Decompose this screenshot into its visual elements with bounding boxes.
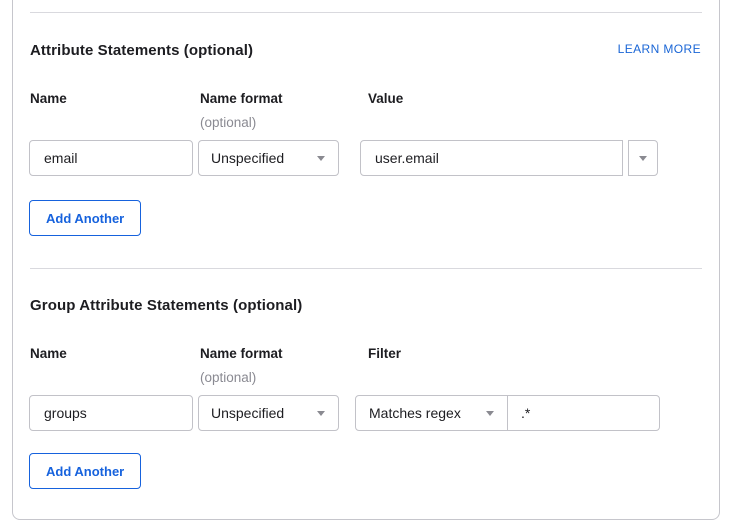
attr-add-another-button[interactable]: Add Another	[29, 200, 141, 236]
group-filter-type-selected-value: Matches regex	[369, 405, 461, 421]
attr-name-column-label: Name	[30, 91, 67, 106]
group-add-another-button[interactable]: Add Another	[29, 453, 141, 489]
group-attribute-statements-title: Group Attribute Statements (optional)	[30, 297, 302, 314]
group-name-format-select[interactable]: Unspecified	[198, 395, 339, 431]
attr-value-input[interactable]	[360, 140, 623, 176]
group-filter-type-select[interactable]: Matches regex	[356, 396, 508, 430]
group-filter-column-label: Filter	[368, 346, 401, 361]
attr-name-format-selected-value: Unspecified	[211, 150, 284, 166]
attribute-statements-title: Attribute Statements (optional)	[30, 42, 253, 59]
caret-down-icon	[317, 411, 325, 416]
group-name-input[interactable]	[29, 395, 193, 431]
caret-down-icon	[486, 411, 494, 416]
section-top-divider	[30, 12, 702, 13]
caret-down-icon	[639, 156, 647, 161]
attr-name-format-optional-note: (optional)	[200, 115, 256, 130]
learn-more-link[interactable]: LEARN MORE	[618, 42, 701, 56]
attr-name-input[interactable]	[29, 140, 193, 176]
group-filter-control: Matches regex	[355, 395, 660, 431]
group-section-divider	[30, 268, 702, 269]
caret-down-icon	[317, 156, 325, 161]
group-filter-value-input[interactable]	[508, 396, 702, 430]
group-name-column-label: Name	[30, 346, 67, 361]
attr-value-dropdown-toggle[interactable]	[628, 140, 658, 176]
group-name-format-column-label: Name format	[200, 346, 283, 361]
attr-value-column-label: Value	[368, 91, 403, 106]
attr-name-format-select[interactable]: Unspecified	[198, 140, 339, 176]
group-name-format-selected-value: Unspecified	[211, 405, 284, 421]
group-name-format-optional-note: (optional)	[200, 370, 256, 385]
saml-settings-page: Attribute Statements (optional) LEARN MO…	[0, 0, 737, 530]
attr-name-format-column-label: Name format	[200, 91, 283, 106]
